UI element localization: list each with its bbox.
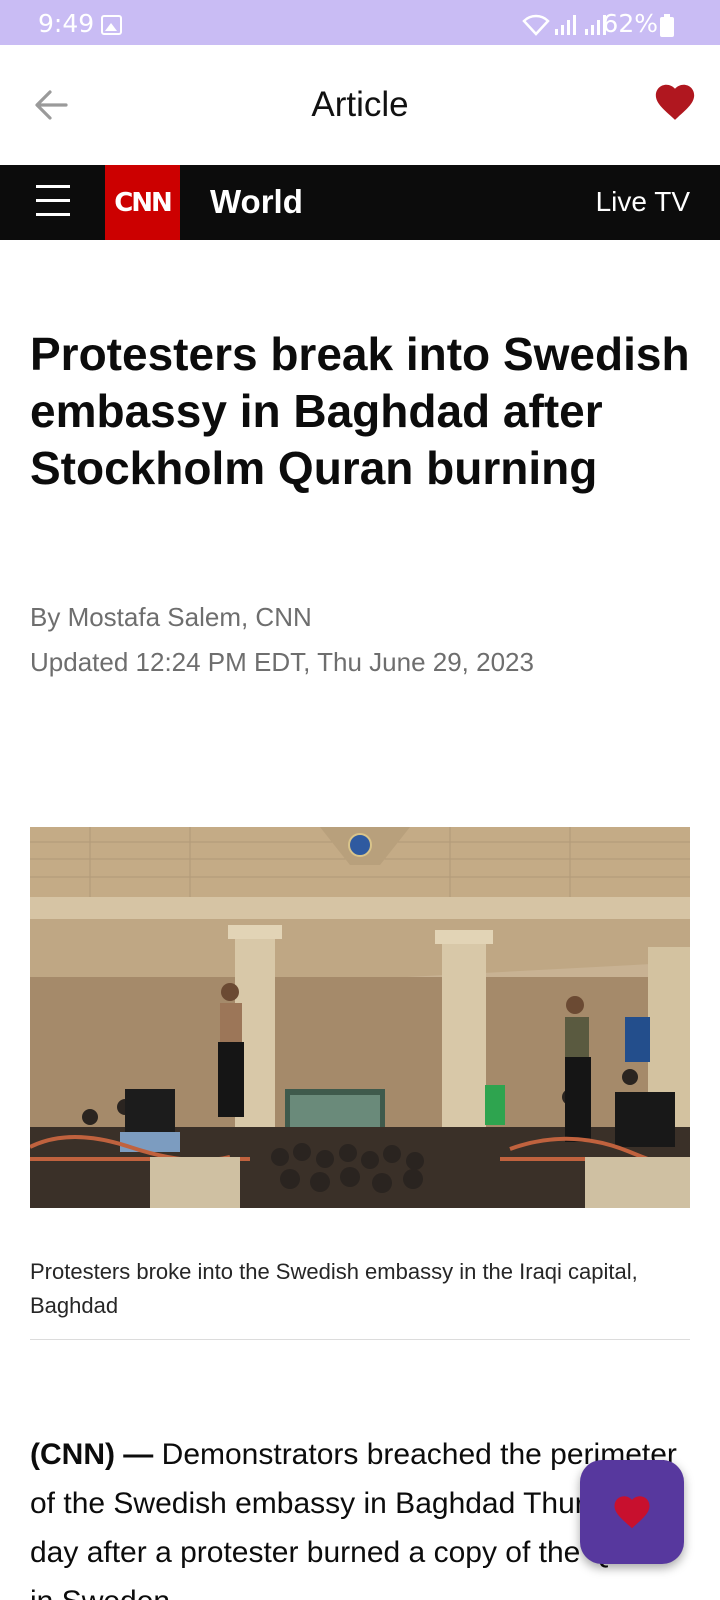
wifi-icon [522,14,550,36]
menu-button[interactable] [36,185,70,219]
cnn-header: CNN World Live TV [0,165,720,240]
article-byline: By Mostafa Salem, CNN [30,602,312,632]
heart-icon [655,84,695,120]
article-timestamp: Updated 12:24 PM EDT, Thu June 29, 2023 [30,647,534,677]
app-bar: Article [0,45,720,165]
divider [30,1339,690,1340]
article-hero-image[interactable] [30,827,690,1208]
gallery-notification-icon [101,15,122,35]
cnn-logo[interactable]: CNN [105,165,180,240]
hamburger-line [36,213,70,216]
signal-icon [555,15,576,35]
embassy-photo [30,827,690,1208]
page-title: Article [311,85,409,124]
article-headline: Protesters break into Swedish embassy in… [30,328,690,494]
section-world-link[interactable]: World [210,183,303,221]
body-lead: (CNN) — [30,1438,154,1471]
heart-icon [614,1496,650,1529]
battery-icon [660,14,674,37]
live-tv-link[interactable]: Live TV [596,186,690,218]
hamburger-line [36,199,70,202]
hamburger-menu-icon [36,185,70,188]
status-bar: 9:49 62% [0,0,720,45]
favorite-button[interactable] [652,79,698,125]
image-caption: Protesters broke into the Swedish embass… [30,1259,638,1318]
favorite-fab-button[interactable] [580,1460,684,1564]
status-time: 9:49 [38,9,95,38]
battery-percentage: 62% [602,9,658,38]
